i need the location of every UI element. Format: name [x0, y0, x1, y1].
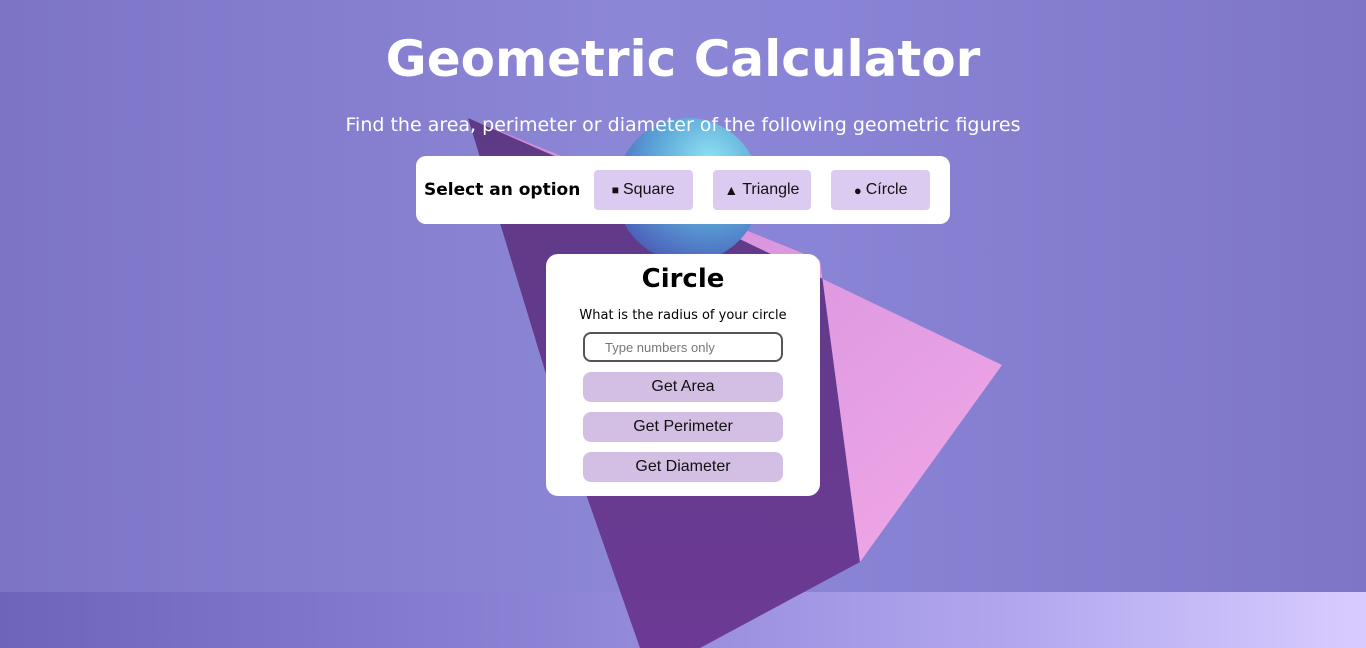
radius-input[interactable] — [583, 332, 783, 362]
shape-option-bar: Select an option ■ Square ▲ Triangle ● C… — [416, 156, 950, 224]
square-option-button[interactable]: ■ Square — [593, 170, 693, 210]
triangle-icon: ▲ — [724, 182, 739, 198]
select-option-label: Select an option — [424, 180, 581, 200]
circle-option-label: Círcle — [865, 181, 908, 198]
page-subtitle: Find the area, perimeter or diameter of … — [345, 114, 1021, 136]
get-area-button[interactable]: Get Area — [583, 372, 783, 402]
circle-calculator-card: Circle What is the radius of your circle… — [546, 254, 820, 496]
circle-option-button[interactable]: ● Círcle — [831, 170, 931, 210]
get-diameter-button[interactable]: Get Diameter — [583, 452, 783, 482]
card-title: Circle — [641, 264, 725, 294]
get-perimeter-button[interactable]: Get Perimeter — [583, 412, 783, 442]
circle-icon: ● — [853, 182, 862, 198]
page-title: Geometric Calculator — [385, 30, 981, 88]
square-icon: ■ — [611, 183, 619, 197]
triangle-option-label: Triangle — [742, 181, 800, 198]
square-option-label: Square — [623, 181, 675, 198]
triangle-option-button[interactable]: ▲ Triangle — [712, 170, 812, 210]
radius-question: What is the radius of your circle — [579, 308, 787, 323]
